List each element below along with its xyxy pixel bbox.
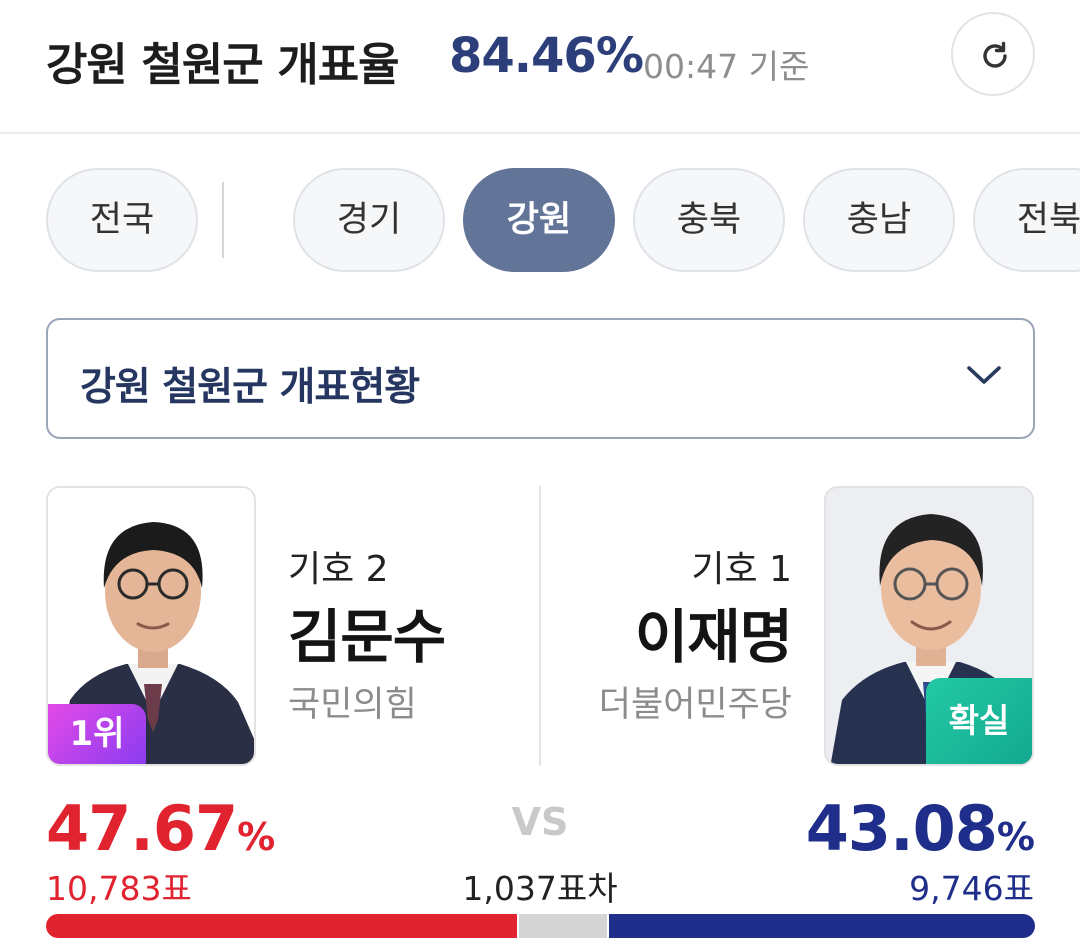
region-tabs: 전국 경기 강원 충북 충남 전북 <box>0 168 1080 272</box>
candidate-party-left: 국민의힘 <box>288 685 417 725</box>
tab-national[interactable]: 전국 <box>46 168 198 272</box>
percent-value-right: 43.08 <box>805 792 998 865</box>
candidate-party-right: 더불어민주당 <box>598 685 792 725</box>
candidate-photo-right: 확실 <box>824 486 1034 766</box>
tab-gangwon[interactable]: 강원 <box>463 168 615 272</box>
percent-unit-right: % <box>996 815 1035 859</box>
vote-percent-right: 43.08% <box>805 792 1035 865</box>
update-time: 00:47 기준 <box>643 47 810 86</box>
page-title: 강원 철원군 개표율 <box>46 38 400 91</box>
candidate-number-right: 기호 1 <box>691 549 792 590</box>
confirmed-badge: 확실 <box>926 678 1032 764</box>
candidate-divider <box>539 486 541 766</box>
tab-chungbuk[interactable]: 충북 <box>633 168 785 272</box>
vote-share-left <box>46 914 517 938</box>
tab-jeonbuk[interactable]: 전북 <box>973 168 1080 272</box>
rank-badge: 1위 <box>48 704 146 764</box>
district-select-label: 강원 철원군 개표현황 <box>80 365 420 410</box>
count-rate: 84.46% <box>449 28 644 84</box>
chevron-down-icon <box>967 366 1001 384</box>
vote-count-right: 9,746표 <box>909 869 1034 908</box>
header: 강원 철원군 개표율 84.46% 00:47 기준 <box>0 0 1080 134</box>
refresh-button[interactable] <box>951 12 1035 96</box>
candidate-photo-left: 1위 <box>46 486 256 766</box>
tab-chungnam[interactable]: 충남 <box>803 168 955 272</box>
vote-share-gap <box>519 914 607 938</box>
candidate-number-left: 기호 2 <box>288 549 389 590</box>
tab-gyeonggi[interactable]: 경기 <box>293 168 445 272</box>
tab-scroll-fade <box>226 168 276 272</box>
vote-share-right <box>609 914 1035 938</box>
refresh-icon <box>983 41 1007 68</box>
district-select[interactable]: 강원 철원군 개표현황 <box>46 318 1035 439</box>
candidate-name-left: 김문수 <box>288 603 446 671</box>
tab-divider <box>222 182 224 258</box>
candidate-name-right: 이재명 <box>634 603 793 671</box>
vote-share-bar <box>46 914 1035 938</box>
